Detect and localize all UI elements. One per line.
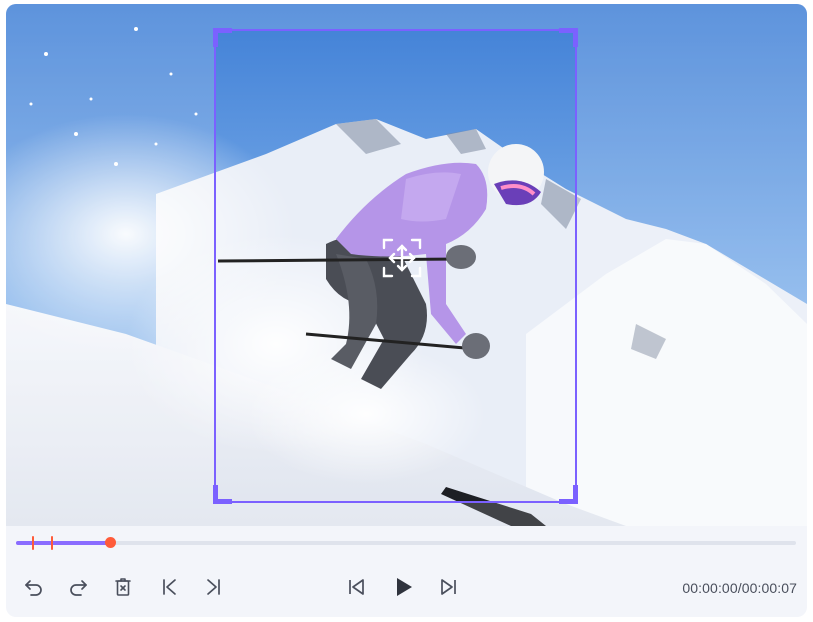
timeline-track [16, 541, 796, 545]
delete-icon[interactable] [111, 575, 135, 599]
video-preview[interactable] [6, 4, 807, 526]
timeline-scrubber[interactable] [16, 532, 796, 554]
timeline-progress [16, 541, 110, 545]
video-editor: 00:00:00/00:00:07 [6, 4, 807, 617]
crop-handle-top-right[interactable] [559, 28, 578, 47]
previous-frame-icon[interactable] [344, 575, 368, 599]
time-readout: 00:00:00/00:00:07 [682, 580, 797, 596]
previous-marker-icon[interactable] [157, 575, 181, 599]
timeline-marker[interactable] [31, 536, 34, 550]
next-frame-icon[interactable] [437, 575, 461, 599]
redo-icon[interactable] [66, 575, 90, 599]
crop-handle-top-left[interactable] [213, 28, 232, 47]
crop-frame[interactable] [213, 28, 578, 504]
playback-toolbar: 00:00:00/00:00:07 [6, 570, 807, 604]
move-icon[interactable] [380, 236, 424, 280]
crop-handle-bottom-right[interactable] [559, 485, 578, 504]
crop-handle-bottom-left[interactable] [213, 485, 232, 504]
undo-icon[interactable] [22, 575, 46, 599]
play-icon[interactable] [391, 575, 415, 599]
playhead[interactable] [104, 537, 116, 548]
timeline-marker[interactable] [51, 536, 54, 550]
next-marker-icon[interactable] [202, 575, 226, 599]
